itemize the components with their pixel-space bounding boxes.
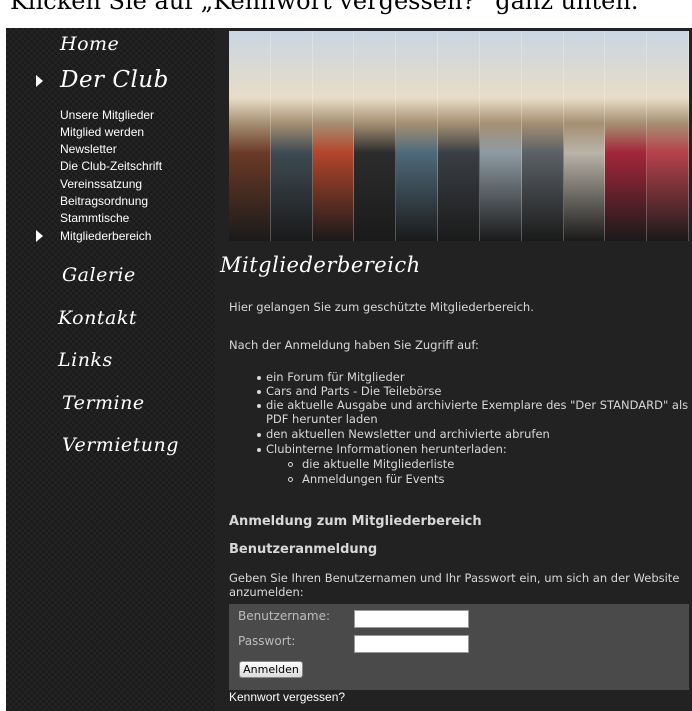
banner-strip: [312, 31, 355, 241]
banner-strip: [438, 31, 480, 241]
banner-strip: [647, 31, 689, 241]
banner-strip: [479, 31, 522, 241]
intro-text: Hier gelangen Sie zum geschützte Mitglie…: [229, 300, 534, 314]
sub-bullet-icon: [288, 477, 293, 482]
nav-galerie[interactable]: Galerie: [62, 264, 136, 286]
banner-strip: [270, 31, 313, 241]
nav-termine[interactable]: Termine: [62, 392, 145, 414]
username-input[interactable]: [354, 610, 469, 628]
feature-item: den aktuellen Newsletter und archivierte…: [266, 427, 550, 441]
bullet-icon: [257, 376, 261, 380]
sub-feature-item: Anmeldungen für Events: [302, 472, 445, 486]
bullet-icon: [257, 404, 261, 408]
access-intro-text: Nach der Anmeldung haben Sie Zugriff auf…: [229, 338, 479, 352]
nav-sub-club-zeitschrift[interactable]: Die Club-Zeitschrift: [60, 159, 162, 173]
password-input[interactable]: [354, 635, 469, 653]
feature-item: Clubinterne Informationen herunterladen:: [266, 442, 507, 456]
login-instructions: Geben Sie Ihren Benutzernamen und Ihr Pa…: [229, 571, 680, 585]
banner-strip: [563, 31, 606, 241]
login-subheading: Benutzeranmeldung: [229, 542, 378, 557]
top-instruction-text: Klicken Sie auf „Kennwort vergessen?“ ga…: [10, 0, 639, 15]
nav-der-club[interactable]: Der Club: [60, 67, 169, 93]
password-label: Passwort:: [238, 634, 296, 648]
username-label: Benutzername:: [238, 609, 331, 623]
banner-strip: [354, 31, 397, 241]
top-instruction-banner: Klicken Sie auf „Kennwort vergessen?“ ga…: [0, 0, 692, 28]
forgot-password-link[interactable]: Kennwort vergessen?: [229, 690, 345, 704]
banner-strip: [229, 31, 271, 241]
banner-strip: [521, 31, 564, 241]
page-title: Mitgliederbereich: [220, 253, 421, 277]
bullet-icon: [257, 433, 261, 437]
sub-bullet-icon: [288, 462, 293, 467]
nav-sub-newsletter[interactable]: Newsletter: [60, 142, 117, 156]
bullet-icon: [257, 390, 261, 394]
current-section-arrow-icon: [36, 75, 43, 87]
nav-links[interactable]: Links: [58, 349, 113, 371]
car-collage-banner-image: [229, 31, 689, 241]
sub-feature-item: die aktuelle Mitgliederliste: [302, 457, 455, 471]
nav-sub-beitragsordnung[interactable]: Beitragsordnung: [60, 194, 148, 208]
nav-sub-stammtische[interactable]: Stammtische: [60, 211, 129, 225]
nav-sub-vereinssatzung[interactable]: Vereinssatzung: [60, 177, 142, 191]
banner-strip: [605, 31, 648, 241]
feature-item: Cars and Parts - Die Teilebörse: [266, 384, 442, 398]
login-instructions-continued: anzumelden:: [229, 585, 304, 599]
feature-item-continued: PDF herunter laden: [266, 412, 378, 426]
nav-sub-mitglied-werden[interactable]: Mitglied werden: [60, 125, 144, 139]
nav-sub-mitgliederbereich[interactable]: Mitgliederbereich: [60, 229, 151, 243]
feature-item: ein Forum für Mitglieder: [266, 370, 405, 384]
nav-home[interactable]: Home: [60, 33, 119, 55]
feature-item: die aktuelle Ausgabe und archivierte Exe…: [266, 398, 689, 412]
nav-sub-unsere-mitglieder[interactable]: Unsere Mitglieder: [60, 108, 154, 122]
nav-kontakt[interactable]: Kontakt: [58, 307, 137, 329]
current-page-arrow-icon: [36, 230, 43, 242]
banner-strip: [396, 31, 439, 241]
login-button[interactable]: Anmelden: [239, 661, 303, 678]
login-heading: Anmeldung zum Mitgliederbereich: [229, 514, 482, 529]
bullet-icon: [257, 448, 261, 452]
nav-vermietung[interactable]: Vermietung: [62, 434, 179, 456]
